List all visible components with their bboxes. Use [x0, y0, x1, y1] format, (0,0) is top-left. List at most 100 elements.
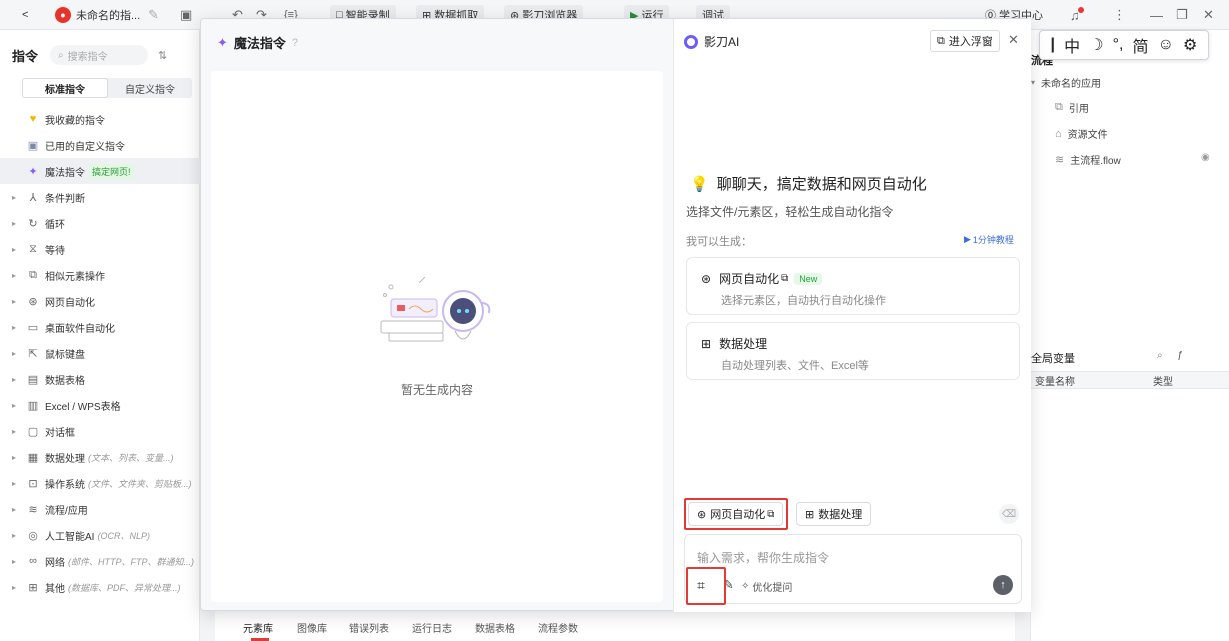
tree-item-main-flow[interactable]: ≋ 主流程.flow [1055, 152, 1121, 167]
web-automation-card[interactable]: ⊛ 网页自动化 ⧉ New 选择元素区，自动执行自动化操作 [686, 257, 1020, 315]
app-title-group[interactable]: ● 未命名的指... ✎ [55, 5, 159, 25]
edit-icon[interactable]: ✎ [148, 7, 159, 23]
sidebar-group[interactable]: ▸ ◎ 人工智能AI (OCR、NLP) [0, 522, 200, 548]
back-button[interactable]: < [22, 5, 28, 25]
sidebar-item-favorites[interactable]: ♥ 我收藏的指令 [0, 106, 200, 132]
emoji-icon[interactable]: ☺ [1158, 36, 1174, 54]
browser-icon: ⊛ [701, 271, 712, 286]
caret-right-icon: ▸ [12, 582, 17, 592]
new-badge: New [794, 272, 823, 285]
sort-icon[interactable]: ⇅ [158, 49, 167, 62]
gear-icon[interactable]: ⚙ [1183, 35, 1197, 55]
help-icon[interactable]: ? [292, 37, 298, 49]
table-icon: ⊞ [701, 336, 712, 351]
sidebar-group[interactable]: ▸ ⅄ 条件判断 [0, 184, 200, 210]
caret-right-icon: ▸ [12, 192, 17, 202]
function-icon[interactable]: ƒ [1177, 350, 1183, 361]
close-window-button[interactable]: ✕ [1203, 5, 1214, 25]
sidebar-group[interactable]: ▸ ≋ 流程/应用 [0, 496, 200, 522]
sidebar-group[interactable]: ▸ ⇱ 鼠标键盘 [0, 340, 200, 366]
tutorial-link[interactable]: ▶ 1分钟教程 [964, 233, 1014, 246]
tab-custom-commands[interactable]: 自定义指令 [108, 78, 192, 98]
save-icon[interactable]: ▣ [180, 5, 192, 25]
caret-right-icon: ▸ [12, 556, 17, 566]
close-dialog-button[interactable]: ✕ [1008, 32, 1019, 48]
sidebar-group[interactable]: ▸ ▢ 对话框 [0, 418, 200, 444]
sidebar-group[interactable]: ▸ ⧖ 等待 [0, 236, 200, 262]
sidebar-group[interactable]: ▸ ↻ 循环 [0, 210, 200, 236]
caret-right-icon: ▸ [12, 478, 17, 488]
maximize-button[interactable]: ❐ [1176, 5, 1188, 25]
tab-flow-params[interactable]: 流程参数 [538, 620, 578, 635]
sidebar-title: 指令 [12, 48, 39, 64]
variables-table-header: 变量名称 类型 [1031, 371, 1229, 389]
caret-right-icon: ▸ [12, 296, 17, 306]
reference-icon: ⧉ [1055, 101, 1063, 113]
dialog-icon: ▢ [27, 425, 39, 438]
optimize-question-button[interactable]: ✧ 优化提问 [741, 579, 792, 594]
card-title: 数据处理 [719, 337, 768, 351]
more-icon[interactable]: ⋮ [1113, 5, 1126, 25]
tab-standard-commands[interactable]: 标准指令 [22, 78, 108, 98]
browser-icon: ⊛ [28, 295, 38, 308]
command-list: ♥ 我收藏的指令 ▣ 已用的自定义指令 ✦ 魔法指令 搞定网页! ▸ ⅄ 条件判断 … [0, 106, 200, 600]
sidebar-group[interactable]: ▸ ⊡ 操作系统 (文件、文件夹、剪贴板...) [0, 470, 200, 496]
tab-image-library[interactable]: 图像库 [297, 620, 327, 635]
card-subtitle: 自动处理列表、文件、Excel等 [721, 360, 869, 372]
tab-run-log[interactable]: 运行日志 [412, 620, 452, 635]
caret-right-icon: ▸ [12, 348, 17, 358]
moon-icon[interactable]: ☽ [1089, 35, 1103, 55]
sparkle-icon: ✦ [28, 165, 38, 178]
flow-panel: 流程 ▾ 未命名的应用 ⧉ 引用 ⌂ 资源文件 ≋ 主流程.flow ◉ 全局变量 ⌕… [1030, 30, 1229, 641]
bell-icon[interactable]: ♫ [1070, 5, 1084, 25]
command-search-input[interactable]: ⌕ 搜索指令 [50, 45, 149, 65]
grid-icon: ⊞ [28, 581, 38, 594]
layers-icon: ≋ [28, 503, 38, 516]
sidebar-group[interactable]: ▸ ⧉ 相似元素操作 [0, 262, 200, 288]
sidebar-group[interactable]: ▸ ⊛ 网页自动化 [0, 288, 200, 314]
sidebar-group[interactable]: ▸ ▦ 数据处理 (文本、列表、变量...) [0, 444, 200, 470]
data-processing-card[interactable]: ⊞ 数据处理 自动处理列表、文件、Excel等 [686, 322, 1020, 380]
sidebar-group[interactable]: ▸ ▥ Excel / WPS表格 [0, 392, 200, 418]
sidebar-group[interactable]: ▸ ⊞ 其他 (数据库、PDF、异常处理...) [0, 574, 200, 600]
notification-dot [1077, 7, 1084, 13]
data-processing-chip[interactable]: ⊞ 数据处理 [796, 502, 872, 526]
can-generate-label: 我可以生成： [686, 236, 752, 248]
tab-data-table[interactable]: 数据表格 [475, 620, 515, 635]
ime-handle[interactable]: | [1051, 36, 1055, 54]
search-icon: ⌕ [58, 49, 64, 61]
minimize-button[interactable]: — [1150, 5, 1163, 25]
app-title: 未命名的指... [76, 10, 141, 22]
tab-error-list[interactable]: 错误列表 [349, 620, 389, 635]
app-tree-node[interactable]: ▾ 未命名的应用 [1031, 75, 1101, 90]
caret-right-icon: ▸ [12, 374, 17, 384]
search-icon[interactable]: ⌕ [1157, 350, 1163, 361]
enter-float-button[interactable]: ⧉ 进入浮窗 [930, 30, 1000, 52]
sidebar-group[interactable]: ▸ ∞ 网络 (邮件、HTTP、FTP、群通知...) [0, 548, 200, 574]
tab-element-library[interactable]: 元素库 [243, 620, 273, 635]
ime-simplified[interactable]: 简 [1133, 33, 1149, 57]
lightbulb-icon: 💡 [690, 175, 709, 193]
caret-right-icon: ▸ [12, 426, 17, 436]
clear-icon[interactable]: ⌫ [999, 504, 1019, 524]
caret-down-icon: ▾ [1031, 78, 1036, 87]
sidebar-group[interactable]: ▸ ▤ 数据表格 [0, 366, 200, 392]
tree-item-reference[interactable]: ⧉ 引用 [1055, 100, 1089, 115]
caret-right-icon: ▸ [12, 244, 17, 254]
prompt-input[interactable]: 输入需求，帮你生成指令 ⌗ ✎ ✧ 优化提问 ↑ [684, 534, 1022, 604]
send-button[interactable]: ↑ [993, 575, 1013, 595]
folder-icon: ⌂ [1055, 127, 1062, 140]
sidebar-item-magic[interactable]: ✦ 魔法指令 搞定网页! [0, 158, 200, 184]
sidebar-item-used-custom[interactable]: ▣ 已用的自定义指令 [0, 132, 200, 158]
eye-icon[interactable]: ◉ [1201, 152, 1210, 163]
ime-chinese-mode[interactable]: 中 [1064, 33, 1080, 57]
layers-icon: ≋ [1055, 154, 1065, 166]
ime-punctuation[interactable]: °, [1113, 36, 1124, 54]
magic-tag: 搞定网页! [89, 163, 134, 179]
sparkle-icon: ✦ [217, 34, 228, 50]
loop-icon: ↻ [28, 217, 38, 230]
sidebar-group[interactable]: ▸ ▭ 桌面软件自动化 [0, 314, 200, 340]
generated-content-area: 暂无生成内容 [211, 71, 663, 602]
tree-item-resources[interactable]: ⌂ 资源文件 [1055, 126, 1108, 142]
caret-right-icon: ▸ [12, 400, 17, 410]
